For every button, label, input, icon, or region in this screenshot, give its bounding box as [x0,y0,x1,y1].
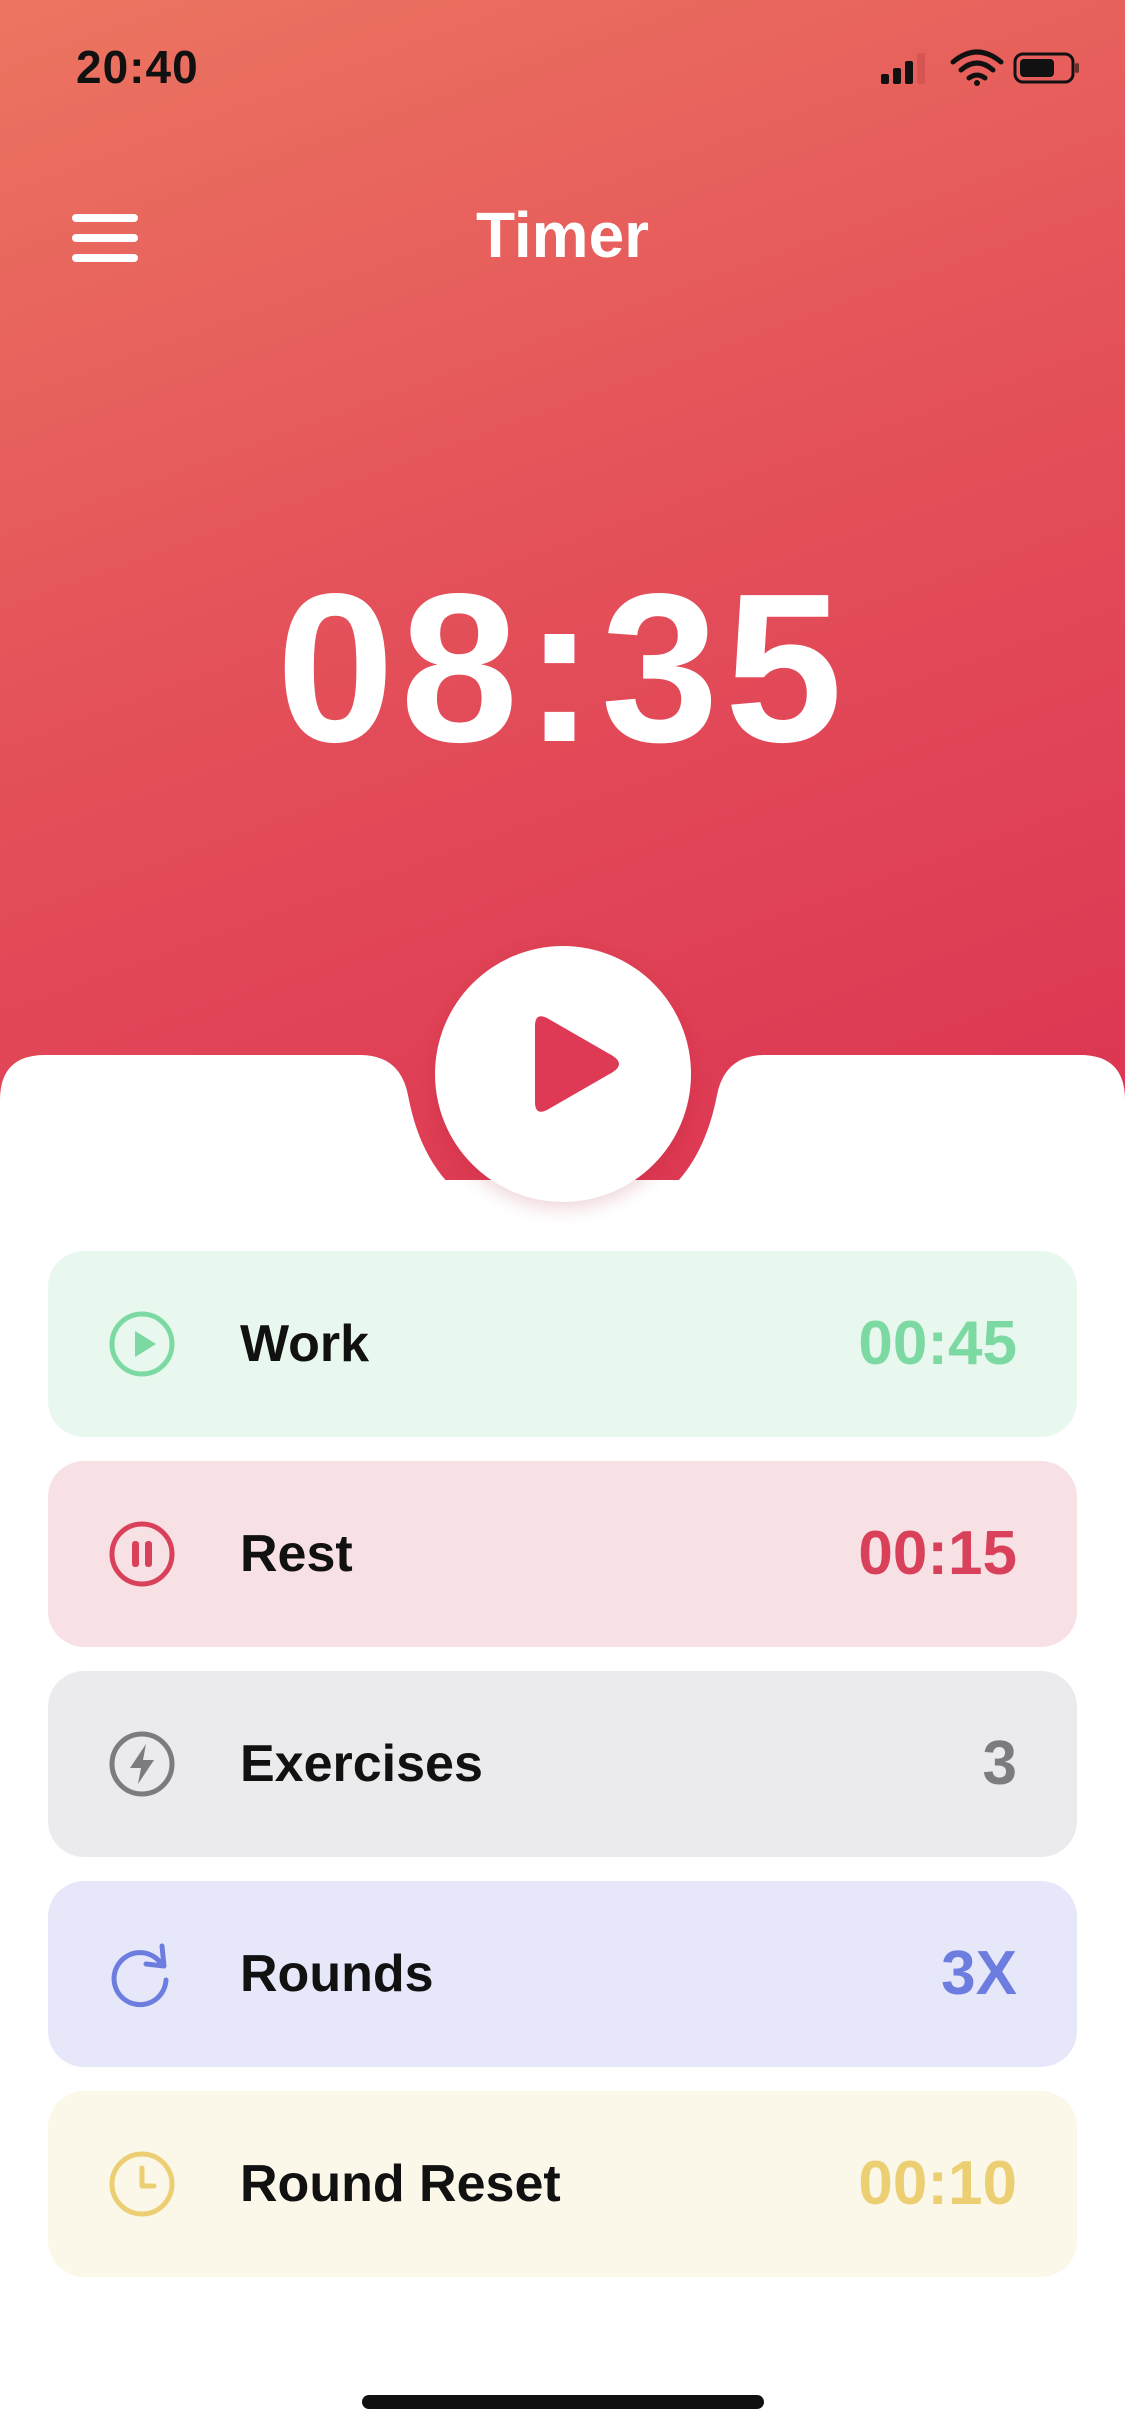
setting-label: Round Reset [240,2155,561,2213]
countdown-display: 08:35 [276,549,849,786]
setting-row-rest[interactable]: Rest 00:15 [48,1461,1077,1647]
wifi-icon [950,49,1004,81]
setting-value: 00:15 [858,1519,1017,1588]
status-time: 20:40 [76,41,199,93]
cellular-signal-icon [881,53,925,84]
setting-value: 00:10 [858,2149,1017,2218]
setting-value: 00:45 [858,1309,1017,1378]
play-button[interactable] [435,946,691,1202]
play-icon [535,1016,619,1112]
setting-row-exercises[interactable]: Exercises 3 [48,1671,1077,1857]
status-icons [881,48,1081,88]
page-title: Timer [475,199,650,271]
clock-icon [109,2151,175,2217]
setting-value: 3 [982,1729,1017,1798]
setting-row-rounds[interactable]: Rounds 3X [48,1881,1077,2067]
setting-label: Rounds [240,1945,434,2003]
setting-row-round-reset[interactable]: Round Reset 00:10 [48,2091,1077,2277]
home-indicator[interactable] [362,2395,764,2409]
pause-circle-icon [109,1521,175,1587]
setting-label: Work [240,1315,370,1373]
setting-label: Exercises [240,1735,483,1793]
battery-icon [1013,52,1079,84]
play-circle-icon [109,1311,175,1377]
lightning-icon [109,1731,175,1797]
refresh-icon [111,1943,169,2008]
setting-row-work[interactable]: Work 00:45 [48,1251,1077,1437]
setting-value: 3X [941,1939,1017,2008]
setting-label: Rest [240,1525,353,1583]
